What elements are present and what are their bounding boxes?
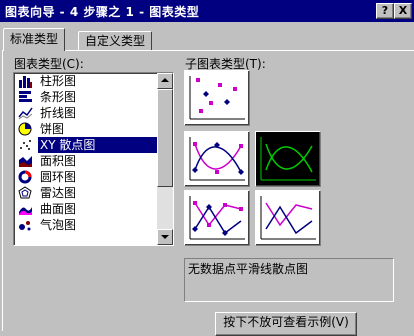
subtype-markers-only[interactable]	[184, 70, 250, 126]
chart-type-scrollbar[interactable]	[157, 73, 173, 245]
subtype-smooth-lines-markers[interactable]	[184, 131, 250, 187]
list-item-column[interactable]: 柱形图	[16, 73, 156, 89]
preview-sample-button[interactable]: 按下不放可查看示例(V)	[215, 312, 357, 336]
tab-strip: 标准类型 自定义类型	[0, 22, 414, 52]
subtype-smooth-lines-no-markers[interactable]	[255, 131, 321, 187]
list-item-surface[interactable]: 曲面图	[16, 201, 156, 217]
window-title: 图表向导 - 4 步骤之 1 - 图表类型	[5, 5, 200, 19]
scatter-smooth-lines-markers-icon	[189, 137, 245, 181]
subtype-grid	[184, 70, 324, 246]
scatter-straight-lines-markers-icon	[189, 196, 245, 240]
list-item-radar[interactable]: 雷达图	[16, 185, 156, 201]
list-item-doughnut[interactable]: 圆环图	[16, 169, 156, 185]
close-button[interactable]: X	[394, 3, 412, 19]
list-item-xy-scatter[interactable]: XY 散点图	[16, 137, 157, 153]
scroll-up-button[interactable]	[157, 73, 173, 89]
arrow-up-icon	[161, 78, 169, 82]
subtype-description-box: 无数据点平滑线散点图	[184, 258, 394, 302]
bar-chart-icon	[19, 91, 32, 102]
title-bar[interactable]: 图表向导 - 4 步骤之 1 - 图表类型 ? X	[0, 0, 414, 22]
subtype-straight-lines-no-markers[interactable]	[255, 190, 321, 246]
subtype-straight-lines-markers[interactable]	[184, 190, 250, 246]
chart-type-label: 图表类型(C):	[14, 57, 84, 71]
scatter-straight-lines-no-markers-icon	[260, 196, 316, 240]
radar-chart-icon	[18, 186, 32, 199]
column-chart-icon	[19, 76, 32, 88]
surface-chart-icon	[19, 207, 32, 215]
scroll-down-button[interactable]	[157, 229, 173, 245]
pie-chart-icon	[18, 122, 32, 136]
scroll-thumb[interactable]	[157, 89, 173, 187]
list-item-area[interactable]: 面积图	[16, 153, 156, 169]
area-chart-icon	[19, 156, 32, 167]
scatter-smooth-lines-no-markers-icon	[260, 137, 316, 181]
tab-standard-types[interactable]: 标准类型	[3, 28, 66, 51]
scatter-markers-only-icon	[189, 76, 245, 120]
arrow-down-icon	[161, 235, 169, 239]
list-item-bubble[interactable]: 气泡图	[16, 217, 156, 233]
help-button[interactable]: ?	[376, 3, 394, 19]
chart-type-list[interactable]: 柱形图 条形图 折线图 饼图 XY 散点图 面积图 圆环图 雷达图 曲面图 气泡…	[13, 72, 174, 246]
bubble-chart-icon	[19, 221, 31, 231]
scatter-chart-icon	[20, 140, 31, 150]
line-chart-icon	[18, 107, 33, 120]
list-item-bar[interactable]: 条形图	[16, 89, 156, 105]
doughnut-chart-icon	[18, 170, 32, 184]
list-item-line[interactable]: 折线图	[16, 105, 156, 121]
subtype-description: 无数据点平滑线散点图	[188, 262, 309, 276]
tab-custom-types[interactable]: 自定义类型	[78, 31, 153, 50]
list-item-pie[interactable]: 饼图	[16, 121, 156, 137]
